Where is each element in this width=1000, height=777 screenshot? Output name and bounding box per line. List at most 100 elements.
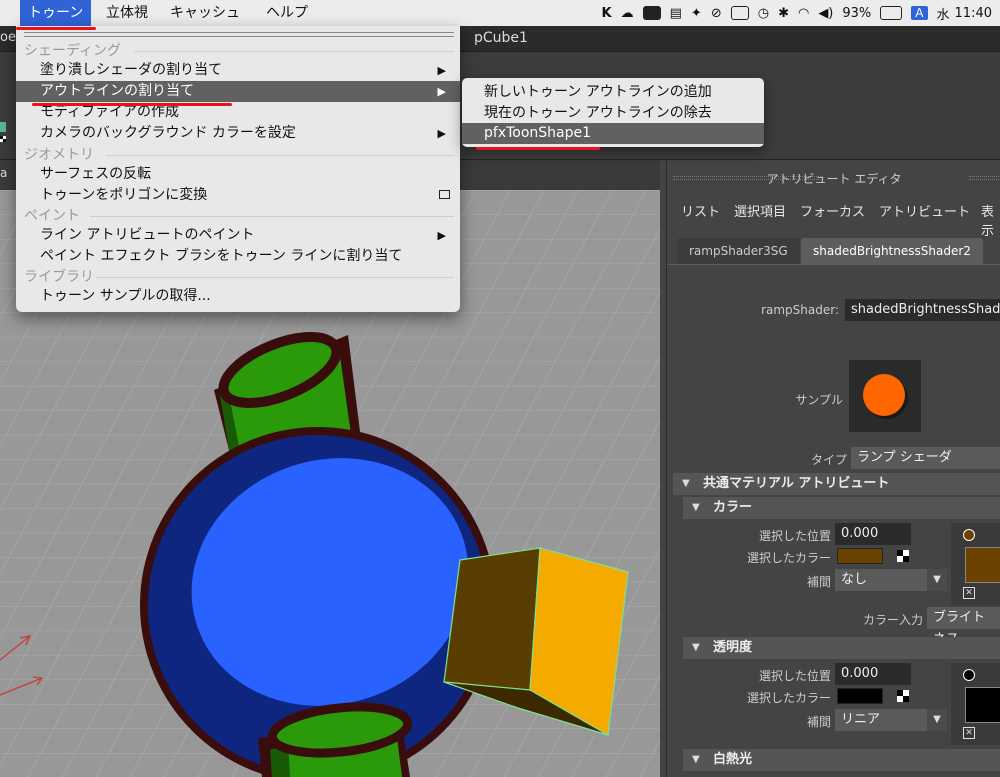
annotation-underline-toon <box>16 27 96 30</box>
color-interp-dropdown[interactable]: なし ▼ <box>835 569 947 591</box>
ramp-handle-icon[interactable] <box>963 669 975 681</box>
ramp-shader-name-field[interactable]: shadedBrightnessShader2 <box>845 299 1000 321</box>
ramp-shader-label: rampShader: <box>761 303 839 317</box>
menu-item-convert-toon-to-polygon[interactable]: トゥーンをポリゴンに変換 <box>16 185 460 206</box>
box-icon[interactable]: ▤ <box>670 6 682 21</box>
ramp-color-preview[interactable] <box>965 547 1000 583</box>
delete-handle-icon[interactable]: ✕ <box>963 727 975 739</box>
input-source-icon[interactable]: A <box>911 6 928 20</box>
material-sample-swatch <box>849 360 921 432</box>
ramp-handle-icon[interactable] <box>963 529 975 541</box>
dropdown-arrow-icon[interactable]: ▼ <box>927 709 947 731</box>
tab-shadedbrightnessshader2[interactable]: shadedBrightnessShader2 <box>801 238 983 264</box>
transparency-position-field[interactable]: 0.000 <box>835 663 911 685</box>
panel-grip-right[interactable] <box>969 176 1000 180</box>
map-checker-icon[interactable] <box>897 550 909 562</box>
tear-off-bar[interactable] <box>24 32 454 37</box>
color-interp-label: 補間 <box>806 575 831 589</box>
ae-menu-attributes[interactable]: アトリビュート <box>879 201 970 220</box>
collapse-triangle-icon[interactable]: ▼ <box>692 637 700 659</box>
menu-item-assign-fill-shader[interactable]: 塗り潰しシェーダの割り当て ▶ <box>16 60 460 81</box>
tab-rampshader3sg[interactable]: rampShader3SG <box>677 238 800 264</box>
battery-percent[interactable]: 93% <box>842 6 871 21</box>
ae-menu-show[interactable]: 表示 <box>981 201 1000 239</box>
collapse-triangle-icon[interactable]: ▼ <box>692 749 700 771</box>
submenu-item-remove-current-outline[interactable]: 現在のトゥーン アウトラインの除去 <box>462 103 764 124</box>
dropdown-arrow-icon[interactable]: ▼ <box>927 569 947 591</box>
attribute-editor: アトリビュート エディタ リスト 選択項目 フォーカス アトリビュート 表示 r… <box>666 160 1000 777</box>
submenu-arrow-icon: ▶ <box>437 64 446 77</box>
menu-item-assign-outline[interactable]: アウトラインの割り当て ▶ <box>16 81 460 102</box>
ramp-color-preview[interactable] <box>965 687 1000 723</box>
menu-item-reverse-surface[interactable]: サーフェスの反転 <box>16 164 460 185</box>
k-app-icon[interactable]: K <box>602 6 612 21</box>
memory-icon[interactable] <box>730 6 749 20</box>
menu-divider <box>96 277 454 278</box>
battery-icon[interactable] <box>880 6 903 20</box>
clock-time[interactable]: 11:40 <box>955 6 992 21</box>
option-box-icon[interactable] <box>439 190 450 199</box>
attribute-editor-body: rampShader: shadedBrightnessShader2 サンプル… <box>667 264 1000 777</box>
shelf-icon-fragment[interactable] <box>0 122 6 132</box>
menu-item-get-toon-example[interactable]: トゥーン サンプルの取得... <box>16 286 460 307</box>
checker-icon-fragment[interactable] <box>0 136 6 142</box>
transparency-interp-dropdown[interactable]: リニア ▼ <box>835 709 947 731</box>
transparency-interp-value: リニア <box>841 712 881 727</box>
annotation-underline-pfxtoonshape1 <box>476 147 600 150</box>
color-input-label: カラー入力 <box>862 613 923 627</box>
section-transparency[interactable]: ▼ 透明度 <box>683 637 1000 659</box>
color-position-field[interactable]: 0.000 <box>835 523 911 545</box>
clock-day[interactable]: 水 <box>937 4 950 23</box>
transparency-selected-swatch[interactable] <box>837 688 883 704</box>
transparency-position-label: 選択した位置 <box>758 669 831 683</box>
section-incandescence-label: 白熱光 <box>713 752 753 767</box>
dropbox-icon[interactable]: ✦ <box>691 6 702 21</box>
menu-header-library: ライブラリ <box>24 269 94 285</box>
section-common-material[interactable]: ▼ 共通マテリアル アトリビュート <box>673 473 1000 495</box>
section-color[interactable]: ▼ カラー <box>683 497 1000 519</box>
submenu-item-pfxtoonshape1[interactable]: pfxToonShape1 <box>462 123 764 144</box>
time-machine-icon[interactable]: ◷ <box>758 6 769 21</box>
color-position-label: 選択した位置 <box>758 529 831 543</box>
menu-stereo[interactable]: 立体視 <box>98 0 156 26</box>
menu-toon[interactable]: トゥーン <box>20 0 92 26</box>
color-selected-swatch[interactable] <box>837 548 883 564</box>
section-color-label: カラー <box>713 500 753 515</box>
menu-item-camera-background-color[interactable]: カメラのバックグラウンド カラーを設定 ▶ <box>16 123 460 144</box>
creative-cloud-icon[interactable]: ☁ <box>621 6 634 21</box>
delete-handle-icon[interactable]: ✕ <box>963 587 975 599</box>
title-fragment: oe <box>0 30 16 45</box>
menu-item-label: ペイント エフェクト ブラシをトゥーン ラインに割り当て <box>40 248 403 264</box>
section-incandescence[interactable]: ▼ 白熱光 <box>683 749 1000 771</box>
menu-item-paint-line-attributes[interactable]: ライン アトリビュートのペイント ▶ <box>16 225 460 246</box>
wifi-icon[interactable]: ◠ <box>798 6 809 21</box>
menu-item-assign-paint-effects-brush[interactable]: ペイント エフェクト ブラシをトゥーン ラインに割り当て <box>16 246 460 267</box>
ae-menu-selected[interactable]: 選択項目 <box>734 201 786 220</box>
map-checker-icon[interactable] <box>897 690 909 702</box>
menu-help[interactable]: ヘルプ <box>258 0 316 26</box>
menu-divider <box>134 51 454 52</box>
collapse-triangle-icon[interactable]: ▼ <box>682 473 690 495</box>
transparency-ramp-panel[interactable]: ✕ <box>951 663 1000 745</box>
menu-header-shading: シェーディング <box>24 43 122 59</box>
transparency-selected-label: 選択したカラー <box>746 691 831 705</box>
type-dropdown[interactable]: ランプ シェーダ <box>851 447 1000 469</box>
bluetooth-icon[interactable]: ✱ <box>778 6 789 21</box>
sync-error-icon[interactable]: ⊘ <box>711 6 722 21</box>
submenu-arrow-icon: ▶ <box>437 127 446 140</box>
collapse-triangle-icon[interactable]: ▼ <box>692 497 700 519</box>
volume-icon[interactable]: ◀) <box>818 6 833 21</box>
status-area: K ☁ ▤ ✦ ⊘ ◷ ✱ ◠ ◀) 93% A 水 11:40 <box>593 0 1000 26</box>
menu-item-label: カメラのバックグラウンド カラーを設定 <box>40 125 296 141</box>
ae-menu-focus[interactable]: フォーカス <box>800 201 865 220</box>
menu-item-label: アウトラインの割り当て <box>40 83 194 99</box>
panel-fragment: a <box>0 166 8 180</box>
ae-menu-list[interactable]: リスト <box>681 201 720 220</box>
submenu-item-add-new-outline[interactable]: 新しいトゥーン アウトラインの追加 <box>462 82 764 103</box>
display-icon[interactable] <box>642 6 661 20</box>
menu-cache[interactable]: キャッシュ <box>162 0 248 26</box>
sample-label: サンプル <box>795 393 843 407</box>
color-input-dropdown[interactable]: ブライトネス <box>927 607 1000 647</box>
color-ramp-panel[interactable]: ✕ <box>951 523 1000 605</box>
transparency-interp-label: 補間 <box>806 715 831 729</box>
